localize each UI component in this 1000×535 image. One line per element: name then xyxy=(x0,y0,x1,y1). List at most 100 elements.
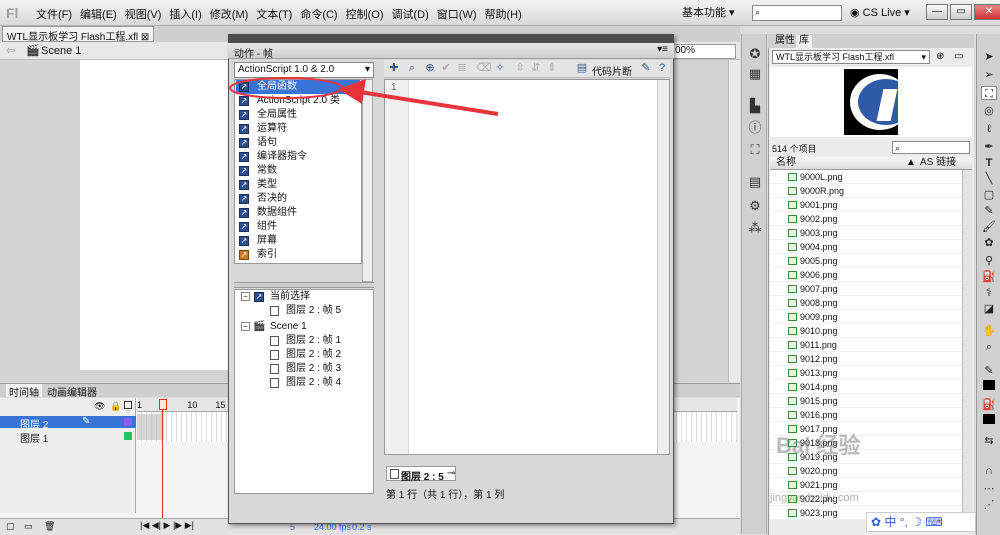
selection-tool-icon[interactable]: ➤ xyxy=(981,50,997,64)
paint-bucket-tool-icon[interactable]: ⛽ xyxy=(981,270,997,284)
collapse-selection-icon[interactable]: ⇵ xyxy=(530,62,542,74)
toolbox-item[interactable]: ↗ 否决的 xyxy=(236,192,360,206)
text-tool-icon[interactable]: T xyxy=(981,156,997,170)
menu-item[interactable]: 命令(C) xyxy=(300,6,345,22)
library-item[interactable]: 9009.png xyxy=(770,310,962,324)
collapse-icon[interactable]: − xyxy=(241,292,250,301)
library-document-select[interactable]: WTL显示板学习 Flash工程.xfl ▾ xyxy=(772,50,930,64)
workspace-switcher[interactable]: 基本功能 ▾ xyxy=(682,4,735,20)
deco-tool-icon[interactable]: ✿ xyxy=(981,236,997,250)
menu-item[interactable]: 文本(T) xyxy=(256,6,300,22)
library-item[interactable]: 9016.png xyxy=(770,408,962,422)
expand-all-icon[interactable]: ⇕ xyxy=(546,62,558,74)
library-item[interactable]: 9021.png xyxy=(770,478,962,492)
col-linkage[interactable]: AS 链接 xyxy=(920,157,956,169)
line-tool-icon[interactable]: ╲ xyxy=(981,172,997,186)
fill-swatch[interactable] xyxy=(983,414,995,424)
3d-rotation-tool-icon[interactable]: ◎ xyxy=(981,104,997,118)
toolbox-item[interactable]: ↗ 类型 xyxy=(236,178,360,192)
transform-icon[interactable]: ⛶ xyxy=(747,142,763,158)
library-item[interactable]: 9011.png xyxy=(770,338,962,352)
library-item[interactable]: 9010.png xyxy=(770,324,962,338)
library-search-input[interactable]: ⌕ xyxy=(892,141,970,154)
library-item[interactable]: 9005.png xyxy=(770,254,962,268)
rectangle-tool-icon[interactable]: ▢ xyxy=(981,188,997,202)
library-item[interactable]: 9000R.png xyxy=(770,184,962,198)
library-item[interactable]: 9015.png xyxy=(770,394,962,408)
library-item[interactable]: 9008.png xyxy=(770,296,962,310)
eye-icon[interactable]: 👁 xyxy=(94,401,105,412)
tree-current-selection[interactable]: − ↗ 当前选择 xyxy=(240,290,370,304)
tab-motion-editor[interactable]: 动画编辑器 xyxy=(44,384,100,399)
info-icon[interactable]: ⓘ xyxy=(747,120,763,136)
library-item[interactable]: 9001.png xyxy=(770,198,962,212)
ime-toolbar[interactable]: ✿ 中 °, ☽ ⌨ xyxy=(866,512,976,532)
pen-tool-icon[interactable]: ✒ xyxy=(981,140,997,154)
components-icon[interactable]: ⚙ xyxy=(747,198,763,214)
eyedropper-tool-icon[interactable]: ⚕ xyxy=(981,286,997,300)
code-snippets-button[interactable]: 代码片断 xyxy=(592,63,632,78)
toolbox-item[interactable]: ↗ 组件 xyxy=(236,220,360,234)
palette-icon[interactable]: ✪ xyxy=(747,46,763,62)
panel-menu-icon[interactable]: ▾≡ xyxy=(657,44,668,55)
fill-color-icon[interactable]: ⛽ xyxy=(981,398,997,412)
pencil-tool-icon[interactable]: ✎ xyxy=(981,204,997,218)
playhead-handle[interactable] xyxy=(159,399,167,410)
eraser-tool-icon[interactable]: ◪ xyxy=(981,302,997,316)
menu-item[interactable]: 调试(D) xyxy=(392,6,437,22)
tree-frame-item[interactable]: 图层 2 : 帧 2 xyxy=(240,348,370,362)
new-layer-icon[interactable]: ▢ xyxy=(6,521,15,532)
library-scrollbar[interactable] xyxy=(962,170,972,520)
free-transform-tool-icon[interactable]: ⛶ xyxy=(981,86,997,100)
align-icon[interactable]: ▙ xyxy=(747,98,763,114)
straighten-icon[interactable]: ⋰ xyxy=(981,498,997,512)
tree-frame-item[interactable]: 图层 2 : 帧 4 xyxy=(240,376,370,390)
col-name[interactable]: 名称 xyxy=(776,157,796,169)
panel-splitter[interactable] xyxy=(234,282,374,288)
tab-properties[interactable]: 属性 xyxy=(772,35,798,48)
toolbox-item[interactable]: ↗ 屏幕 xyxy=(236,234,360,248)
library-item[interactable]: 9012.png xyxy=(770,352,962,366)
help-search-input[interactable]: ⌕ xyxy=(752,5,842,21)
back-arrow-icon[interactable]: ⇦ xyxy=(6,44,15,57)
menu-item[interactable]: 帮助(H) xyxy=(485,6,530,22)
cs-live-button[interactable]: ◉ CS Live ▾ xyxy=(850,6,910,19)
menu-item[interactable]: 文件(F) xyxy=(36,6,80,22)
snap-icon[interactable]: ∩ xyxy=(981,464,997,478)
swatches-icon[interactable]: ▦ xyxy=(747,66,763,82)
script-frame-tab[interactable]: 图层 2 : 5 ⊸ xyxy=(386,466,456,483)
menu-item[interactable]: 插入(I) xyxy=(169,6,209,22)
editor-scrollbar[interactable] xyxy=(657,80,669,454)
menu-item[interactable]: 控制(O) xyxy=(346,6,392,22)
sort-icon[interactable]: ▲ xyxy=(906,157,916,169)
delete-layer-icon[interactable]: 🗑 xyxy=(44,521,55,532)
lasso-tool-icon[interactable]: ℓ xyxy=(981,122,997,136)
library-item[interactable]: 9003.png xyxy=(770,226,962,240)
tree-scene[interactable]: − 🎬 Scene 1 xyxy=(240,320,370,334)
library-item[interactable]: 9014.png xyxy=(770,380,962,394)
library-item[interactable]: 9000L.png xyxy=(770,170,962,184)
zoom-field[interactable]: 00% xyxy=(672,44,736,59)
library-item[interactable]: 9013.png xyxy=(770,366,962,380)
swap-colors-icon[interactable]: ⇆ xyxy=(981,434,997,448)
document-tab[interactable]: WTL显示板学习 Flash工程.xfl ⊠ xyxy=(2,26,155,43)
library-item[interactable]: 9020.png xyxy=(770,464,962,478)
tree-frame-item[interactable]: 图层 2 : 帧 3 xyxy=(240,362,370,376)
close-button[interactable]: ✕ xyxy=(974,4,1000,20)
tree-frame-item[interactable]: 图层 2 : 帧 1 xyxy=(240,334,370,348)
maximize-button[interactable]: ▭ xyxy=(950,4,972,20)
library-item[interactable]: 9002.png xyxy=(770,212,962,226)
subselection-tool-icon[interactable]: ➢ xyxy=(981,68,997,82)
hand-tool-icon[interactable]: ✋ xyxy=(981,324,997,338)
toolbox-item[interactable]: ↗ 数据组件 xyxy=(236,206,360,220)
library-item[interactable]: 9006.png xyxy=(770,268,962,282)
menu-item[interactable]: 编辑(E) xyxy=(80,6,125,22)
wand-icon[interactable]: ✎ xyxy=(640,62,652,74)
zoom-tool-icon[interactable]: ⌕ xyxy=(981,340,997,354)
playhead[interactable] xyxy=(162,400,163,520)
playback-controls-icon[interactable]: |◀ ◀| ▶ |▶ ▶| xyxy=(140,520,194,531)
tab-library[interactable]: 库 xyxy=(796,35,812,48)
bone-tool-icon[interactable]: ⚲ xyxy=(981,254,997,268)
library-item[interactable]: 9007.png xyxy=(770,282,962,296)
pin-library-icon[interactable]: ⊕ xyxy=(936,51,944,62)
